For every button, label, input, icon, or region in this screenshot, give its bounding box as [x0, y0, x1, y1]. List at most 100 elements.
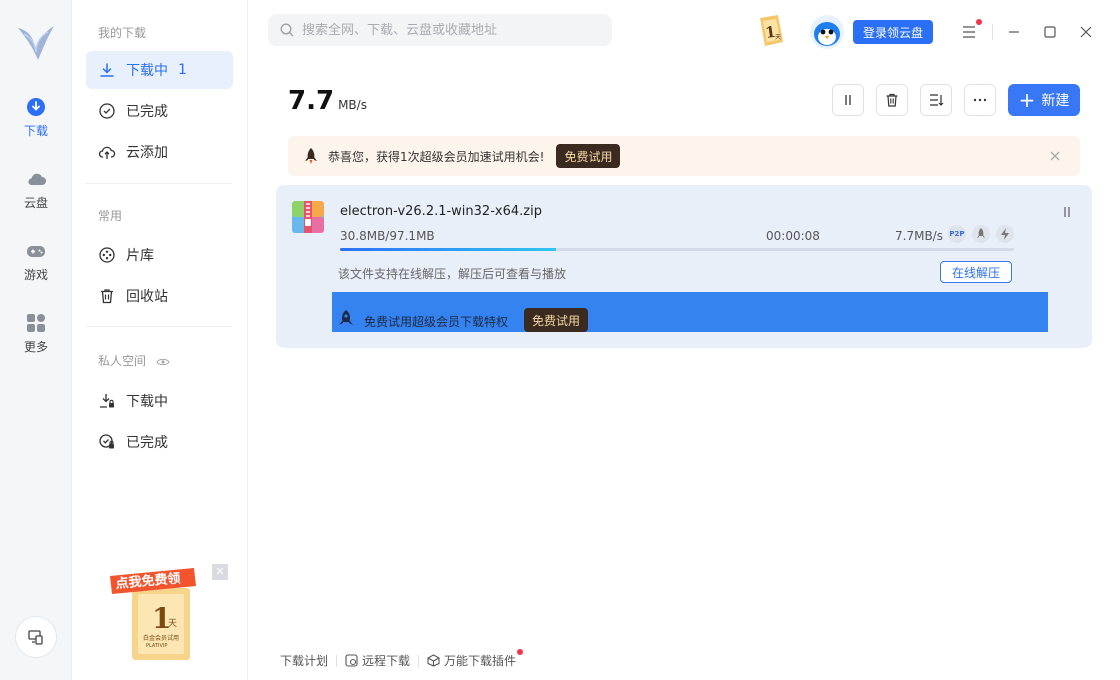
minimize-button[interactable]	[1002, 20, 1026, 44]
footer-divider	[336, 654, 338, 667]
nav-item-label: 下载中	[126, 394, 168, 410]
rail-item-games[interactable]: 游戏	[0, 240, 72, 283]
zip-file-icon	[292, 201, 324, 233]
notice-text: 恭喜您，获得1次超级会员加速试用机会!	[328, 149, 545, 164]
download-arrow-icon	[100, 63, 114, 77]
left-rail: 下载 云盘 游戏 更多	[0, 0, 72, 680]
rail-item-cloud[interactable]: 云盘	[0, 168, 72, 211]
titlebar-divider	[992, 24, 993, 40]
platinum-ticket-icon: 1 天 白金会员试用 PLATIVIP 点我免费领	[110, 568, 196, 660]
task-pause-icon[interactable]	[1058, 203, 1076, 221]
trash-icon	[101, 289, 113, 304]
locked-download-icon	[100, 394, 114, 408]
more-options-button[interactable]	[964, 84, 996, 116]
eye-icon[interactable]	[156, 357, 170, 367]
ellipsis-icon	[973, 98, 987, 102]
rail-label: 云盘	[23, 196, 48, 210]
task-size: 30.8MB/97.1MB	[340, 229, 435, 243]
task-progress-fill	[340, 248, 556, 251]
platinum-trial-promo[interactable]: 1 天 白金会员试用 PLATIVIP 点我免费领	[108, 566, 220, 666]
rocket-badge-icon	[972, 225, 990, 243]
task-remaining-time: 00:00:08	[766, 229, 820, 243]
nav-section-title: 我的下载	[98, 26, 147, 40]
vip-trial-banner: 免费试用超级会员下载特权 免费试用	[332, 292, 1048, 332]
rail-label: 下载	[23, 124, 48, 138]
nav-item-label: 片库	[126, 248, 154, 264]
banner-free-trial-button[interactable]: 免费试用	[524, 308, 589, 332]
nav-item-label: 回收站	[126, 289, 168, 305]
maximize-button[interactable]	[1038, 20, 1062, 44]
delete-button[interactable]	[876, 84, 908, 116]
speed-unit: MB/s	[338, 98, 367, 112]
banner-text: 免费试用超级会员下载特权	[364, 315, 509, 329]
sort-button[interactable]	[920, 84, 952, 116]
search-input[interactable]	[302, 22, 602, 38]
promo-caption: 白金会员试用	[143, 634, 179, 642]
grid-icon	[27, 314, 45, 332]
rail-item-download[interactable]: 下载	[0, 96, 72, 139]
promo-close-button[interactable]: ✕	[212, 564, 228, 580]
nav-section-label: 私人空间	[98, 354, 147, 368]
rocket-icon	[305, 148, 317, 164]
vip-badge-unit: 天	[775, 34, 781, 41]
close-window-button[interactable]	[1074, 20, 1098, 44]
nav-item-downloading[interactable]: 下载中 1	[86, 51, 233, 89]
search-icon	[280, 23, 294, 37]
footer-label: 万能下载插件	[444, 654, 517, 668]
nav-item-label: 云添加	[126, 145, 168, 161]
nav-item-cloud-add[interactable]: 云添加	[86, 133, 233, 171]
nav-divider	[86, 326, 232, 327]
nav-item-completed[interactable]: 已完成	[86, 92, 233, 130]
speedup-notice-bar: 恭喜您，获得1次超级会员加速试用机会! 免费试用	[288, 136, 1080, 176]
nav-item-library[interactable]: 片库	[86, 236, 233, 274]
rail-label: 更多	[23, 340, 48, 354]
cloud-icon	[28, 173, 46, 185]
pause-all-button[interactable]	[832, 84, 864, 116]
user-avatar[interactable]	[810, 15, 844, 49]
login-button[interactable]: 登录领云盘	[853, 20, 933, 44]
plus-icon: +	[1018, 88, 1036, 112]
device-icon	[28, 630, 43, 645]
rocket-icon	[339, 310, 353, 325]
cloud-upload-icon	[98, 146, 116, 159]
new-task-button[interactable]: + 新建	[1008, 84, 1080, 116]
app-logo-icon	[18, 26, 54, 60]
task-filename: electron-v26.2.1-win32-x64.zip	[340, 204, 542, 219]
menu-notification-dot	[976, 19, 982, 25]
minimize-icon	[1009, 31, 1019, 33]
promo-day-unit: 天	[168, 619, 177, 629]
download-icon	[27, 98, 45, 116]
download-plan-link[interactable]: 下载计划	[280, 652, 328, 669]
maximize-icon	[1044, 26, 1056, 38]
task-speed: 7.7MB/s	[895, 229, 943, 243]
sort-icon	[930, 94, 944, 106]
pause-icon	[845, 95, 851, 105]
nav-divider	[86, 183, 232, 184]
universal-plugin-link[interactable]: 万能下载插件	[427, 649, 524, 669]
new-task-label: 新建	[1041, 93, 1070, 109]
nav-item-recycle-bin[interactable]: 回收站	[86, 277, 233, 315]
task-accel-tags: P2P	[948, 225, 1014, 243]
nav-section-title-private: 私人空间	[98, 352, 170, 369]
vip-day-badge-icon[interactable]: 1 天	[756, 14, 786, 48]
film-reel-icon	[99, 247, 115, 263]
remote-download-link[interactable]: 远程下载	[345, 652, 410, 669]
nav-item-private-completed[interactable]: 已完成	[86, 423, 233, 461]
p2p-badge: P2P	[948, 225, 966, 243]
online-unzip-button[interactable]: 在线解压	[940, 261, 1012, 283]
gamepad-icon	[27, 246, 45, 257]
check-circle-icon	[99, 103, 115, 119]
footer-divider	[418, 654, 420, 667]
nav-item-label: 下载中	[126, 63, 168, 79]
rail-item-more[interactable]: 更多	[0, 312, 72, 355]
close-icon[interactable]	[1046, 147, 1064, 165]
device-switch-button[interactable]	[15, 616, 57, 658]
unzip-hint: 该文件支持在线解压，解压后可查看与播放	[338, 267, 567, 281]
total-speed: 7.7 MB/s	[288, 86, 367, 116]
nav-section-title: 常用	[98, 209, 123, 223]
nav-item-private-downloading[interactable]: 下载中	[86, 382, 233, 420]
search-box[interactable]	[268, 14, 612, 46]
footer-label: 下载计划	[280, 654, 329, 668]
notice-free-trial-button[interactable]: 免费试用	[556, 144, 621, 168]
download-task-card[interactable]: electron-v26.2.1-win32-x64.zip 30.8MB/97…	[276, 185, 1092, 348]
